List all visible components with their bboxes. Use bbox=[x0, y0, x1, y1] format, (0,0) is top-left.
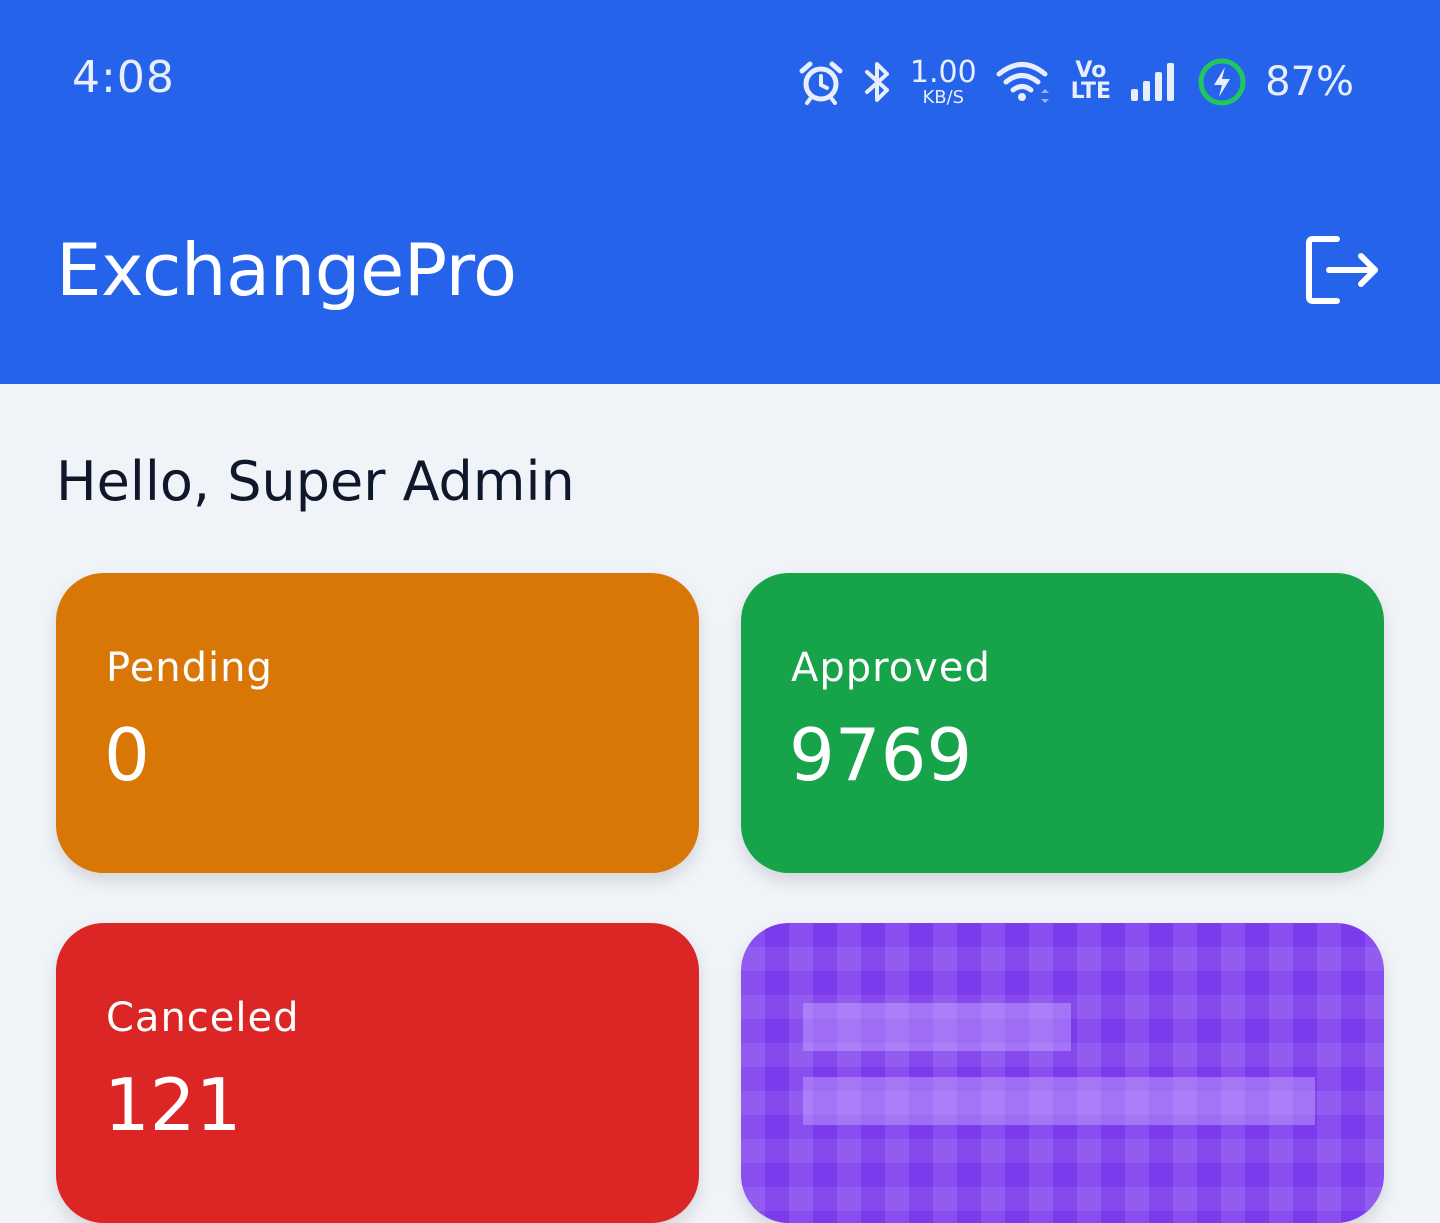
card-value: 0 bbox=[104, 713, 150, 797]
redacted-value-block bbox=[803, 1077, 1315, 1125]
app-title: ExchangePro bbox=[56, 228, 517, 312]
signal-icon bbox=[1129, 59, 1179, 105]
card-label: Canceled bbox=[106, 995, 300, 1041]
status-time: 4:08 bbox=[72, 52, 175, 103]
card-value: 9769 bbox=[789, 713, 973, 797]
volte-indicator: Vo LTE bbox=[1070, 60, 1112, 104]
dashboard-content: Hello, Super Admin Pending 0 Approved 97… bbox=[0, 384, 1440, 1223]
bluetooth-icon bbox=[862, 59, 892, 105]
status-icons: 1.00 KB/S Vo LTE 87% bbox=[798, 50, 1354, 114]
pixelated-redaction bbox=[741, 923, 1384, 1223]
network-speed-value: 1.00 bbox=[909, 54, 977, 90]
status-bar: 4:08 1.00 KB/S Vo LTE 87% bbox=[0, 0, 1440, 160]
app-bar: 4:08 1.00 KB/S Vo LTE 87% ExchangePro bbox=[0, 0, 1440, 384]
alarm-icon bbox=[798, 59, 844, 105]
battery-charging-icon bbox=[1197, 57, 1247, 107]
logout-icon bbox=[1305, 235, 1381, 309]
card-label: Pending bbox=[106, 645, 273, 691]
wifi-icon bbox=[995, 59, 1053, 105]
network-speed-unit: KB/S bbox=[922, 86, 965, 108]
redacted-label-block bbox=[803, 1003, 1071, 1051]
network-speed: 1.00 KB/S bbox=[909, 54, 977, 108]
card-value: 121 bbox=[104, 1063, 242, 1147]
pending-card[interactable]: Pending 0 bbox=[56, 573, 699, 873]
greeting: Hello, Super Admin bbox=[56, 450, 575, 513]
battery-percent: 87% bbox=[1265, 59, 1354, 105]
card-label: Approved bbox=[791, 645, 991, 691]
logout-button[interactable] bbox=[1298, 232, 1388, 312]
redacted-card[interactable] bbox=[741, 923, 1384, 1223]
approved-card[interactable]: Approved 9769 bbox=[741, 573, 1384, 873]
app-bar-title-row: ExchangePro bbox=[0, 200, 1440, 350]
volte-bottom: LTE bbox=[1070, 79, 1112, 104]
canceled-card[interactable]: Canceled 121 bbox=[56, 923, 699, 1223]
